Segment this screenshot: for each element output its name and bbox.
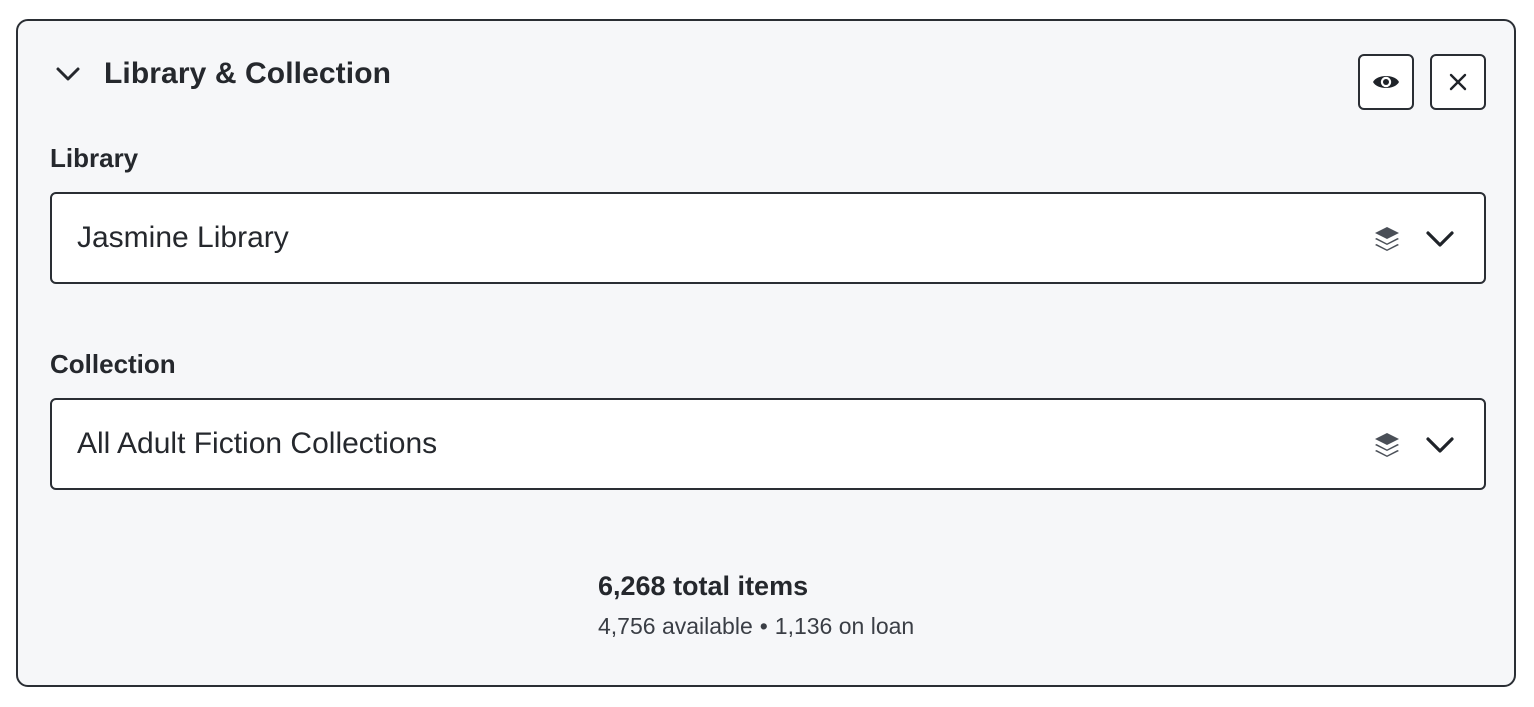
chevron-down-icon	[1426, 231, 1454, 247]
chevron-down-icon	[1426, 437, 1454, 453]
availability-summary: 4,756 available • 1,136 on loan	[598, 613, 914, 640]
collection-label: Collection	[50, 349, 176, 379]
available-count: 4,756 available	[598, 613, 753, 639]
preview-button[interactable]	[1358, 54, 1414, 110]
library-label: Library	[50, 143, 139, 173]
separator-dot: •	[759, 613, 768, 639]
on-loan-count: 1,136 on loan	[774, 613, 915, 639]
layers-icon	[1375, 433, 1399, 457]
layers-icon	[1375, 227, 1399, 251]
library-collection-panel: Library & Collection Library Jasmine Lib…	[16, 19, 1516, 687]
panel-title: Library & Collection	[104, 57, 392, 90]
close-button[interactable]	[1430, 54, 1486, 110]
collection-select[interactable]: All Adult Fiction Collections	[50, 398, 1486, 490]
eye-icon	[1373, 76, 1399, 88]
total-items: 6,268 total items	[598, 571, 809, 601]
close-icon	[1449, 73, 1467, 91]
collapse-toggle[interactable]	[52, 58, 84, 90]
collection-select-value: All Adult Fiction Collections	[77, 427, 438, 460]
library-select-value: Jasmine Library	[77, 221, 289, 254]
chevron-down-icon	[56, 67, 80, 81]
collection-stats: 6,268 total items 4,756 available • 1,136 …	[598, 571, 914, 640]
panel-header: Library & Collection	[52, 57, 391, 91]
library-select[interactable]: Jasmine Library	[50, 192, 1486, 284]
